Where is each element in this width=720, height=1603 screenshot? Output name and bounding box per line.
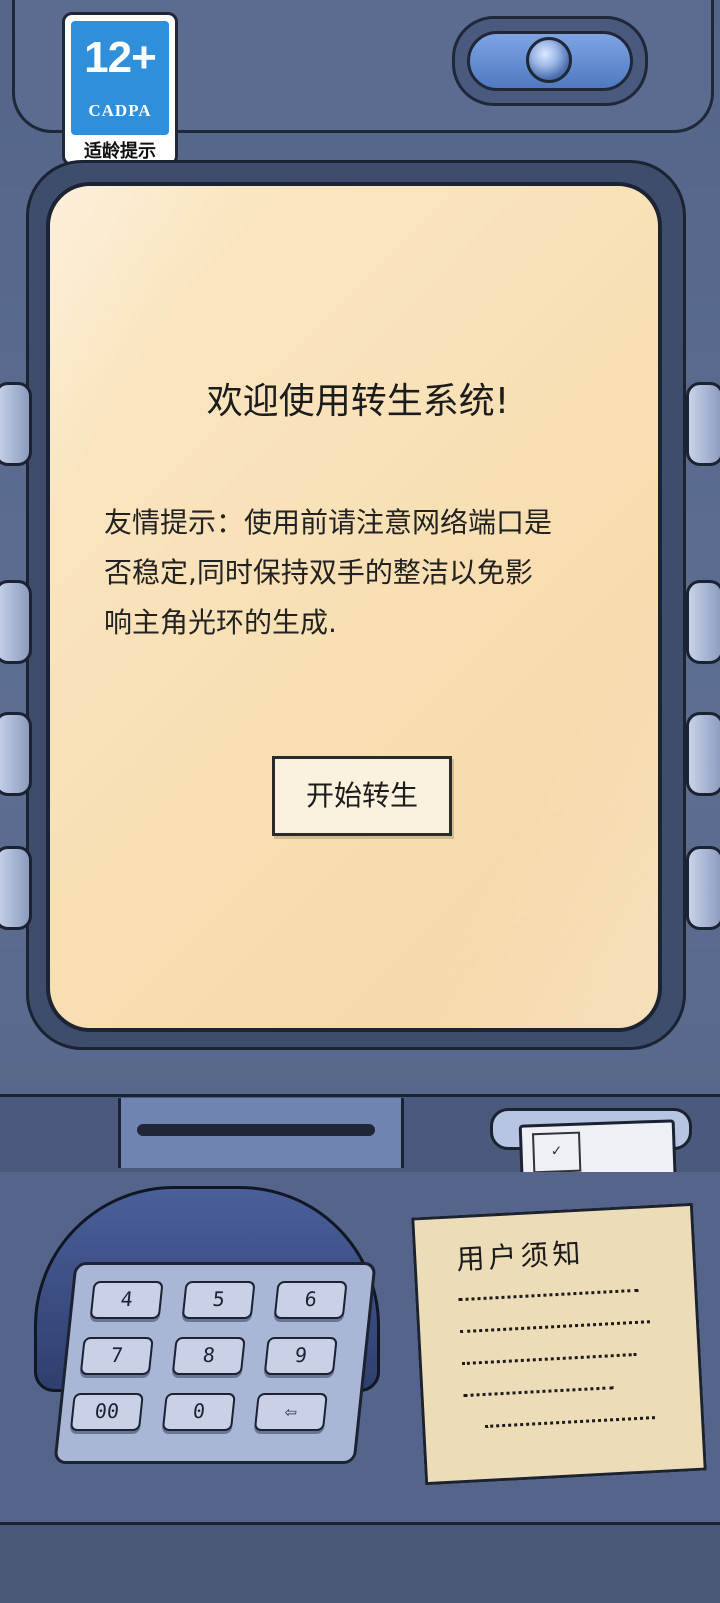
- keypad-key-4[interactable]: 4: [89, 1281, 164, 1319]
- side-button-left-1: [0, 382, 32, 466]
- side-button-right-3: [686, 712, 720, 796]
- camera-housing: [452, 16, 648, 106]
- screen-notice: 友情提示：使用前请注意网络端口是 否稳定,同时保持双手的整洁以免影 响主角光环的…: [104, 498, 624, 648]
- notice-line: 响主角光环的生成.: [104, 606, 337, 639]
- scribble-line: [458, 1288, 639, 1310]
- side-button-left-3: [0, 712, 32, 796]
- keypad-key-0[interactable]: 0: [161, 1393, 236, 1431]
- scribble-line: [485, 1416, 656, 1436]
- keypad: 4 5 6 7 8 9 00 0 ⇦: [53, 1262, 377, 1464]
- start-rebirth-button[interactable]: 开始转生: [272, 756, 452, 836]
- keypad-key-9[interactable]: 9: [263, 1337, 338, 1375]
- card-slit: [137, 1124, 375, 1136]
- side-button-right-2: [686, 580, 720, 664]
- age-rating-panel: 12+ CADPA: [71, 21, 169, 135]
- keypad-key-5[interactable]: 5: [181, 1281, 256, 1319]
- keypad-key-6[interactable]: 6: [273, 1281, 348, 1319]
- keypad-backspace-icon[interactable]: ⇦: [253, 1393, 328, 1431]
- user-notice-title: 用户须知: [455, 1236, 586, 1277]
- side-button-right-1: [686, 382, 720, 466]
- camera-bar: [467, 31, 633, 91]
- scribble-line: [460, 1320, 651, 1342]
- age-rating-badge[interactable]: 12+ CADPA 适龄提示: [62, 12, 178, 166]
- scribble-line: [463, 1386, 614, 1406]
- bottom-panel: [0, 1522, 720, 1603]
- keypad-key-00[interactable]: 00: [69, 1393, 144, 1431]
- scribble-line: [461, 1352, 638, 1374]
- card-slot: [118, 1098, 404, 1168]
- age-rating-value: 12+: [84, 33, 157, 82]
- atm-screen: 欢迎使用转生系统! 友情提示：使用前请注意网络端口是 否稳定,同时保持双手的整洁…: [46, 182, 662, 1032]
- keypad-key-7[interactable]: 7: [79, 1337, 154, 1375]
- age-rating-org: CADPA: [88, 101, 152, 120]
- side-button-left-2: [0, 580, 32, 664]
- keypad-key-8[interactable]: 8: [171, 1337, 246, 1375]
- stamp-icon: ✓: [531, 1131, 582, 1174]
- side-button-right-4: [686, 846, 720, 930]
- notice-line: 否稳定,同时保持双手的整洁以免影: [104, 556, 533, 589]
- camera-lens-icon: [526, 37, 572, 83]
- atm-machine: 12+ CADPA 适龄提示 欢迎使用转生系统! 友情提示：使用前请注意网络端口…: [0, 0, 720, 1603]
- side-button-left-4: [0, 846, 32, 930]
- screen-title: 欢迎使用转生系统!: [206, 381, 510, 422]
- user-notice-paper: 用户须知: [411, 1202, 707, 1486]
- notice-line: 友情提示：使用前请注意网络端口是: [104, 506, 553, 539]
